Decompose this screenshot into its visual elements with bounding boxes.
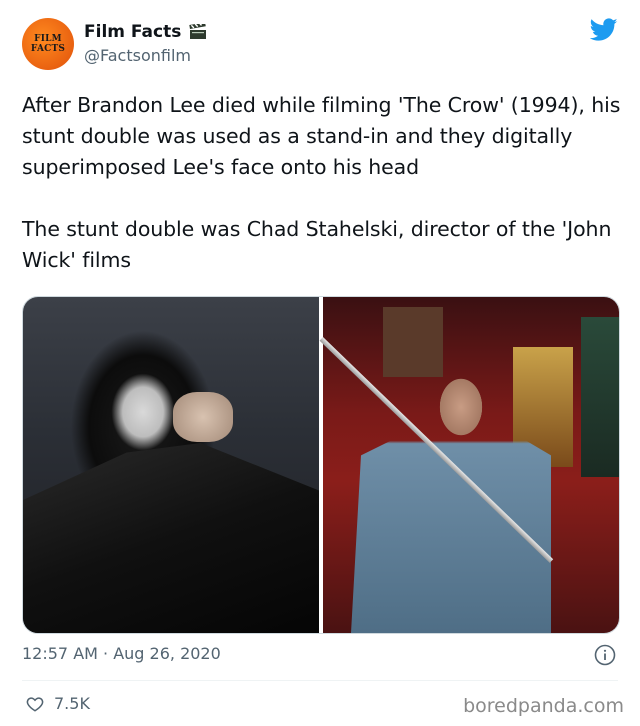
- heart-icon[interactable]: [26, 695, 44, 713]
- watermark: boredpanda.com: [463, 695, 624, 717]
- photo-poster: [581, 317, 619, 477]
- tweet-paragraph-2: The stunt double was Chad Stahelski, dir…: [22, 217, 612, 272]
- photo-pointing-hand: [173, 392, 233, 442]
- author-name[interactable]: Film Facts: [84, 22, 181, 42]
- twitter-bird-icon[interactable]: [590, 18, 618, 42]
- tweet-text: After Brandon Lee died while filming 'Th…: [22, 90, 622, 276]
- photo-the-crow[interactable]: [23, 297, 319, 633]
- tweet-paragraph-1: After Brandon Lee died while filming 'Th…: [22, 93, 621, 179]
- author-handle[interactable]: @Factsonfilm: [84, 46, 191, 65]
- divider: [22, 680, 618, 681]
- clapper-board-icon: [189, 24, 207, 39]
- tweet-media[interactable]: [22, 296, 620, 634]
- avatar-logo-line2: FACTS: [30, 44, 66, 54]
- like-action[interactable]: 7.5K: [26, 694, 90, 713]
- info-icon[interactable]: [594, 644, 616, 666]
- like-count: 7.5K: [54, 694, 90, 713]
- author-name-row[interactable]: Film Facts: [84, 22, 207, 42]
- photo-chad-stahelski[interactable]: [319, 297, 619, 633]
- photo-leather-jacket: [23, 443, 319, 633]
- tweet-timestamp[interactable]: 12:57 AM · Aug 26, 2020: [22, 644, 221, 663]
- avatar-logo-line1: FILM: [34, 34, 62, 44]
- avatar[interactable]: FILM FACTS: [22, 18, 74, 70]
